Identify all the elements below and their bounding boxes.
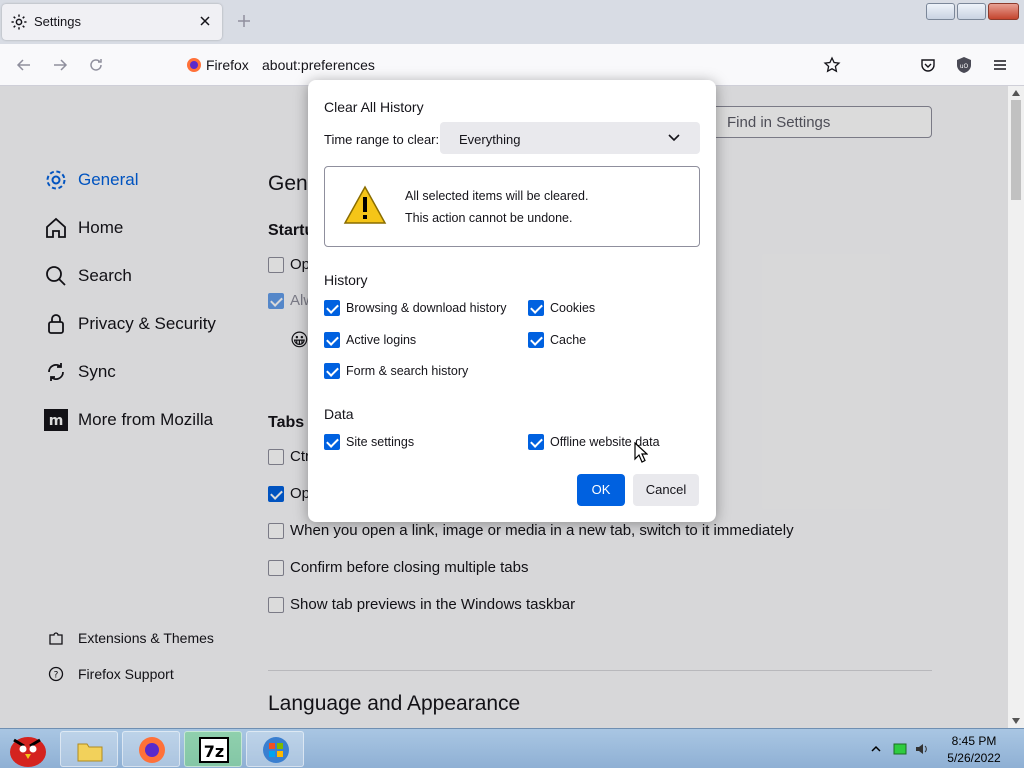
shield-icon[interactable]: uO [955,56,973,74]
url-bar[interactable]: Firefox about:preferences [180,49,852,81]
data-heading: Data [324,406,354,422]
tab-title: Settings [34,14,81,29]
checkbox[interactable] [528,434,544,450]
history-heading: History [324,272,368,288]
menu-icon[interactable] [991,56,1009,74]
time-range-value: Everything [459,132,521,147]
cache-checkbox[interactable]: Cache [528,332,586,348]
firefox-icon [139,737,165,763]
active-logins-checkbox[interactable]: Active logins [324,332,416,348]
form-search-history-checkbox[interactable]: Form & search history [324,363,468,379]
firefox-logo-icon [187,58,201,72]
reload-icon[interactable] [87,56,105,74]
checkbox[interactable] [528,332,544,348]
cancel-button[interactable]: Cancel [633,474,699,506]
folder-icon [77,743,103,762]
checkbox[interactable] [324,300,340,316]
checkbox-label: Browsing & download history [346,301,507,315]
dialog-title: Clear All History [324,99,424,115]
url-text[interactable]: about:preferences [262,57,375,73]
minimize-button[interactable] [926,3,955,20]
bookmark-star-icon[interactable] [823,56,841,74]
checkbox-label: Site settings [346,435,415,449]
clear-history-dialog: Clear All History Time range to clear: E… [308,80,716,522]
checkbox[interactable] [324,332,340,348]
taskbar-7zip[interactable]: 7z [184,731,242,767]
angry-bird-start-icon[interactable] [4,730,50,768]
checkbox[interactable] [528,300,544,316]
taskbar-firefox[interactable] [122,731,180,767]
browsing-history-checkbox[interactable]: Browsing & download history [324,300,507,316]
svg-text:7z: 7z [204,742,224,761]
checkbox[interactable] [324,363,340,379]
checkbox-label: Cache [550,333,587,347]
back-icon[interactable] [15,56,33,74]
taskbar-windows[interactable] [246,731,304,767]
scroll-up-arrow-icon[interactable] [1012,90,1020,96]
tray-expand-icon[interactable] [868,741,884,757]
checkbox-label: Active logins [346,333,417,347]
cookies-checkbox[interactable]: Cookies [528,300,595,316]
volume-icon[interactable] [914,741,930,757]
chevron-down-icon [668,134,680,142]
windows-taskbar: 7z 8:45 PM 5/26/2022 [0,728,1024,768]
time-range-select[interactable]: Everything [440,122,700,154]
forward-icon[interactable] [51,56,69,74]
checkbox[interactable] [324,434,340,450]
mouse-cursor-icon [634,442,648,463]
scroll-thumb[interactable] [1011,100,1021,200]
plus-icon[interactable] [236,13,252,29]
time-range-label: Time range to clear: [324,132,440,147]
warning-text-1: All selected items will be cleared. [405,189,589,203]
tab-bar: Settings [0,0,1024,44]
scroll-down-arrow-icon[interactable] [1012,718,1020,724]
close-icon[interactable] [196,12,214,30]
pocket-icon[interactable] [919,56,937,74]
warning-icon [343,185,387,224]
warning-text-2: This action cannot be undone. [405,211,573,225]
restore-button[interactable] [957,3,986,20]
ok-button[interactable]: OK [577,474,625,506]
windows-logo-icon [263,737,289,763]
checkbox-label: Cookies [550,301,596,315]
taskbar-explorer[interactable] [60,731,118,767]
site-settings-checkbox[interactable]: Site settings [324,434,414,450]
network-icon[interactable] [892,741,908,757]
gear-icon [11,14,27,30]
window-close-button[interactable] [988,3,1019,20]
7zip-icon: 7z [199,737,229,763]
vertical-scrollbar[interactable] [1008,86,1024,728]
tab-settings[interactable]: Settings [2,4,222,40]
clock-time[interactable]: 8:45 PM [936,734,1012,748]
checkbox-label: Form & search history [346,364,469,378]
warning-box: All selected items will be cleared. This… [324,166,700,247]
identity-text: Firefox [206,57,249,73]
svg-text:uO: uO [960,63,969,70]
clock-date[interactable]: 5/26/2022 [936,751,1012,765]
identity-label[interactable]: Firefox [186,57,249,73]
